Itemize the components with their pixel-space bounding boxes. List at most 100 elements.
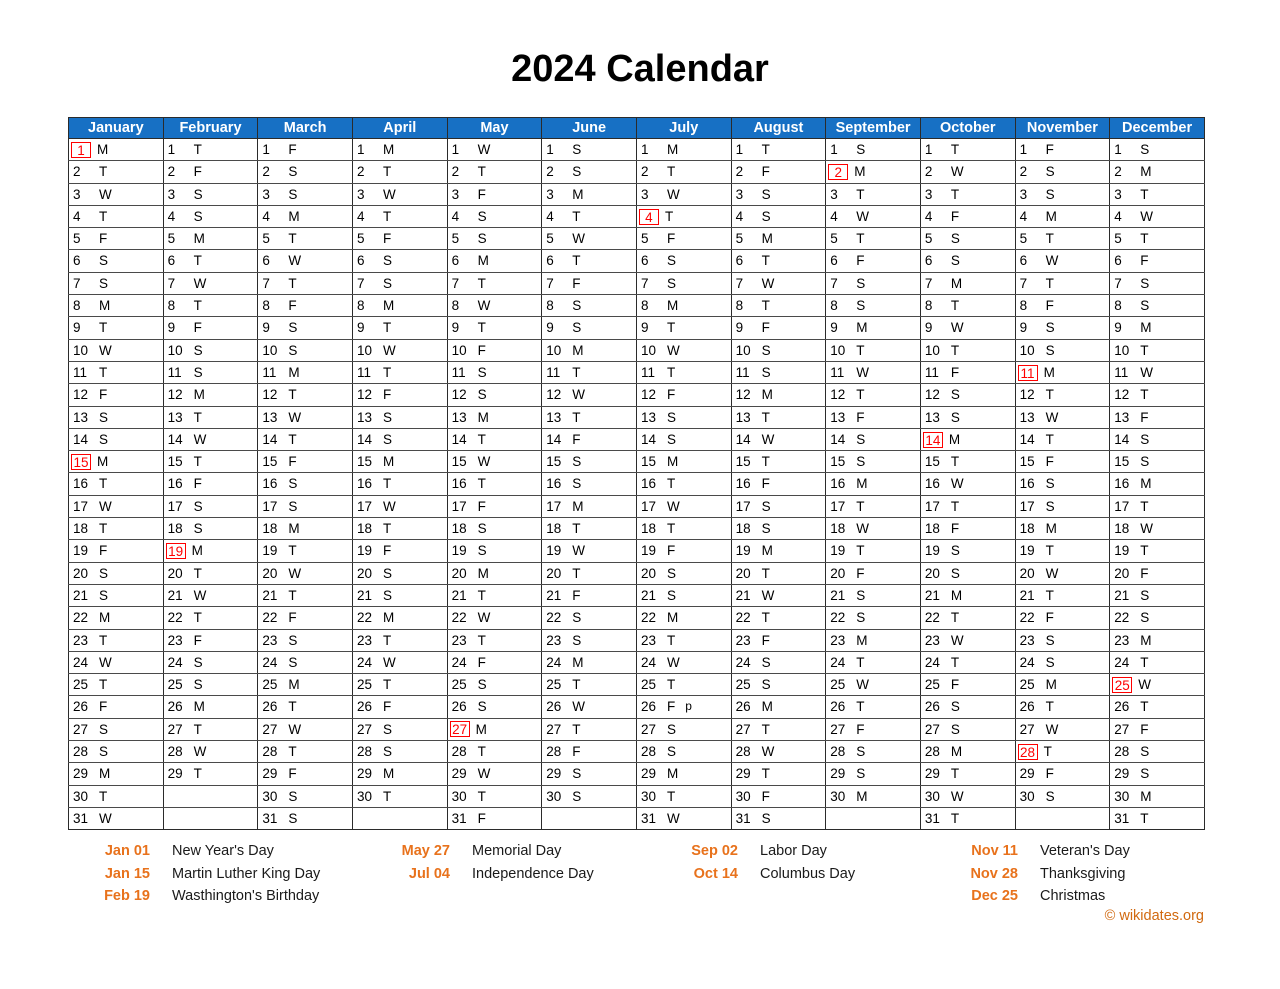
day-cell-may-8[interactable]: 8W <box>447 294 543 318</box>
day-cell-december-29[interactable]: 29 S <box>1109 762 1205 786</box>
day-cell-july-22[interactable]: 22 M <box>636 606 732 630</box>
day-cell-october-3[interactable]: 3T <box>920 183 1016 206</box>
day-cell-august-25[interactable]: 25 S <box>731 673 827 697</box>
day-cell-june-3[interactable]: 3M <box>541 183 637 206</box>
day-cell-february-29[interactable]: 29 T <box>163 762 259 786</box>
day-cell-october-26[interactable]: 26 S <box>920 695 1016 719</box>
day-cell-august-11[interactable]: 11 S <box>731 361 827 385</box>
day-cell-may-10[interactable]: 10 F <box>447 339 543 362</box>
day-cell-february-19-holiday[interactable]: 19 M <box>163 539 259 563</box>
day-cell-april-17[interactable]: 17 W <box>352 495 448 519</box>
day-cell-august-22[interactable]: 22 T <box>731 606 827 630</box>
day-cell-september-6[interactable]: 6F <box>825 249 921 273</box>
day-cell-march-8[interactable]: 8F <box>257 294 353 318</box>
day-cell-may-14[interactable]: 14 T <box>447 428 543 452</box>
day-cell-january-18[interactable]: 18 T <box>68 517 164 541</box>
day-cell-february-26[interactable]: 26 M <box>163 695 259 719</box>
day-cell-may-21[interactable]: 21 T <box>447 584 543 608</box>
day-cell-january-21[interactable]: 21 S <box>68 584 164 608</box>
day-cell-september-19[interactable]: 19 T <box>825 539 921 563</box>
day-cell-august-28[interactable]: 28 W <box>731 740 827 764</box>
day-cell-december-6[interactable]: 6F <box>1109 249 1205 273</box>
day-cell-july-18[interactable]: 18 T <box>636 517 732 541</box>
day-cell-april-25[interactable]: 25 T <box>352 673 448 697</box>
day-cell-may-13[interactable]: 13 M <box>447 406 543 429</box>
day-cell-may-22[interactable]: 22 W <box>447 606 543 630</box>
day-cell-december-25-holiday[interactable]: 25 W <box>1109 673 1205 697</box>
day-cell-january-10[interactable]: 10 W <box>68 339 164 362</box>
day-cell-july-7[interactable]: 7S <box>636 272 732 296</box>
day-cell-july-11[interactable]: 11 T <box>636 361 732 385</box>
day-cell-january-24[interactable]: 24 W <box>68 651 164 675</box>
day-cell-june-29[interactable]: 29 S <box>541 762 637 786</box>
day-cell-december-14[interactable]: 14 S <box>1109 428 1205 452</box>
day-cell-october-21[interactable]: 21 M <box>920 584 1016 608</box>
day-cell-february-25[interactable]: 25 S <box>163 673 259 697</box>
day-cell-october-31[interactable]: 31 T <box>920 807 1016 830</box>
day-cell-october-18[interactable]: 18 F <box>920 517 1016 541</box>
day-cell-july-28[interactable]: 28 S <box>636 740 732 764</box>
day-cell-february-22[interactable]: 22 T <box>163 606 259 630</box>
day-cell-april-15[interactable]: 15 M <box>352 450 448 474</box>
day-cell-december-31[interactable]: 31 T <box>1109 807 1205 830</box>
day-cell-november-8[interactable]: 8F <box>1015 294 1111 318</box>
day-cell-june-12[interactable]: 12 W <box>541 383 637 407</box>
day-cell-september-14[interactable]: 14 S <box>825 428 921 452</box>
day-cell-november-24[interactable]: 24 S <box>1015 651 1111 675</box>
day-cell-august-15[interactable]: 15 T <box>731 450 827 474</box>
day-cell-december-9[interactable]: 9M <box>1109 316 1205 340</box>
day-cell-august-1[interactable]: 1T <box>731 138 827 162</box>
day-cell-september-28[interactable]: 28 S <box>825 740 921 764</box>
day-cell-march-16[interactable]: 16 S <box>257 472 353 496</box>
day-cell-august-5[interactable]: 5M <box>731 227 827 251</box>
day-cell-may-24[interactable]: 24 F <box>447 651 543 675</box>
day-cell-april-12[interactable]: 12 F <box>352 383 448 407</box>
day-cell-june-13[interactable]: 13 T <box>541 406 637 429</box>
day-cell-march-26[interactable]: 26 T <box>257 695 353 719</box>
day-cell-june-26[interactable]: 26 W <box>541 695 637 719</box>
day-cell-june-5[interactable]: 5W <box>541 227 637 251</box>
day-cell-december-20[interactable]: 20 F <box>1109 562 1205 585</box>
day-cell-june-2[interactable]: 2S <box>541 160 637 184</box>
day-cell-january-30[interactable]: 30 T <box>68 785 164 808</box>
day-cell-march-31[interactable]: 31 S <box>257 807 353 830</box>
day-cell-january-9[interactable]: 9T <box>68 316 164 340</box>
day-cell-october-13[interactable]: 13 S <box>920 406 1016 429</box>
day-cell-october-17[interactable]: 17 T <box>920 495 1016 519</box>
day-cell-november-4[interactable]: 4M <box>1015 205 1111 229</box>
day-cell-march-28[interactable]: 28 T <box>257 740 353 764</box>
day-cell-january-26[interactable]: 26 F <box>68 695 164 719</box>
day-cell-september-16[interactable]: 16 M <box>825 472 921 496</box>
day-cell-february-28[interactable]: 28 W <box>163 740 259 764</box>
day-cell-february-5[interactable]: 5M <box>163 227 259 251</box>
day-cell-september-11[interactable]: 11 W <box>825 361 921 385</box>
day-cell-april-8[interactable]: 8M <box>352 294 448 318</box>
day-cell-march-19[interactable]: 19 T <box>257 539 353 563</box>
day-cell-february-8[interactable]: 8T <box>163 294 259 318</box>
day-cell-january-15-holiday[interactable]: 15 M <box>68 450 164 474</box>
day-cell-february-18[interactable]: 18 S <box>163 517 259 541</box>
day-cell-november-30[interactable]: 30 S <box>1015 785 1111 808</box>
day-cell-september-20[interactable]: 20 F <box>825 562 921 585</box>
day-cell-december-28[interactable]: 28 S <box>1109 740 1205 764</box>
day-cell-april-21[interactable]: 21 S <box>352 584 448 608</box>
day-cell-january-4[interactable]: 4T <box>68 205 164 229</box>
day-cell-october-6[interactable]: 6S <box>920 249 1016 273</box>
day-cell-august-27[interactable]: 27 T <box>731 718 827 742</box>
day-cell-august-10[interactable]: 10 S <box>731 339 827 362</box>
day-cell-april-23[interactable]: 23 T <box>352 629 448 652</box>
day-cell-april-13[interactable]: 13 S <box>352 406 448 429</box>
day-cell-april-28[interactable]: 28 S <box>352 740 448 764</box>
day-cell-july-3[interactable]: 3W <box>636 183 732 206</box>
day-cell-july-25[interactable]: 25 T <box>636 673 732 697</box>
day-cell-november-6[interactable]: 6W <box>1015 249 1111 273</box>
day-cell-october-11[interactable]: 11 F <box>920 361 1016 385</box>
day-cell-september-24[interactable]: 24 T <box>825 651 921 675</box>
day-cell-november-21[interactable]: 21 T <box>1015 584 1111 608</box>
day-cell-october-4[interactable]: 4F <box>920 205 1016 229</box>
day-cell-july-12[interactable]: 12 F <box>636 383 732 407</box>
day-cell-june-22[interactable]: 22 S <box>541 606 637 630</box>
day-cell-june-23[interactable]: 23 S <box>541 629 637 652</box>
day-cell-july-21[interactable]: 21 S <box>636 584 732 608</box>
day-cell-january-29[interactable]: 29 M <box>68 762 164 786</box>
